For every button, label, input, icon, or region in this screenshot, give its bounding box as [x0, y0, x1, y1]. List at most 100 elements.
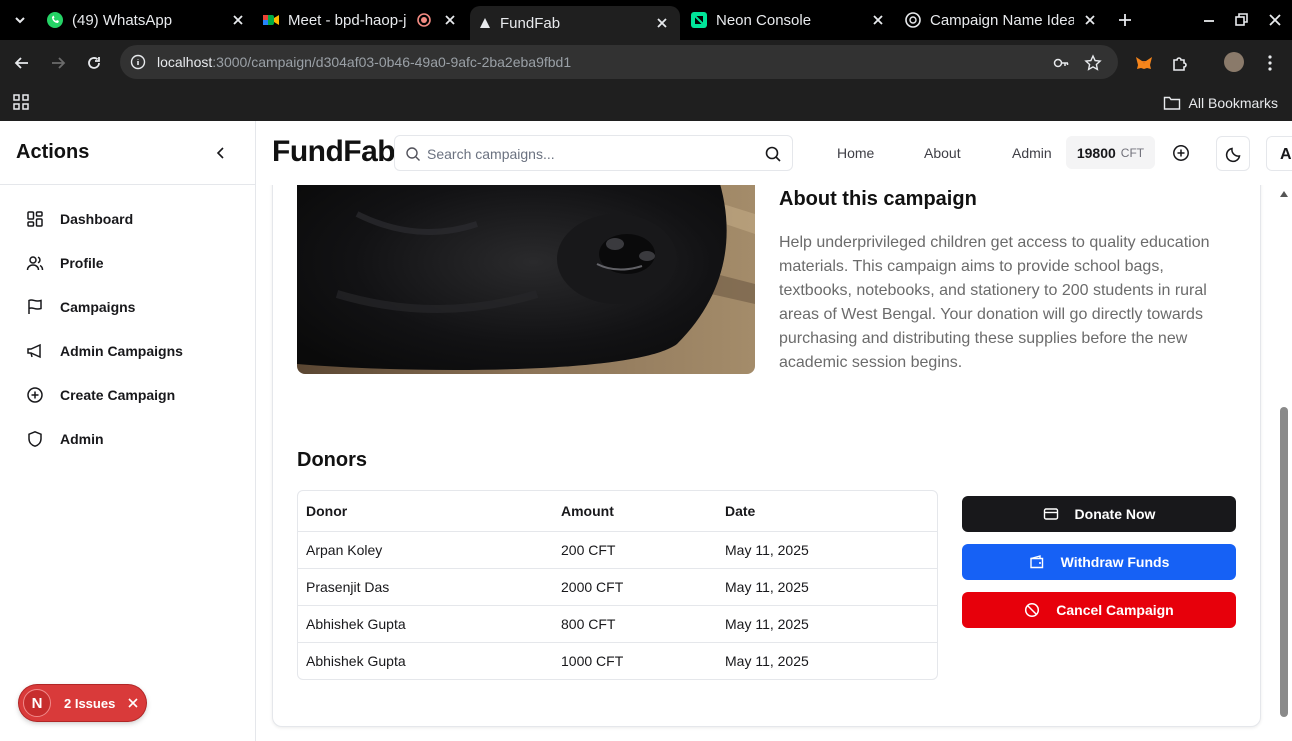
donate-now-label: Donate Now [1074, 506, 1156, 522]
browser-tab-meet[interactable]: Meet - bpd-haop-j [262, 6, 458, 34]
close-tab-icon[interactable] [230, 12, 246, 28]
donor-amount: 800 CFT [553, 605, 717, 643]
bookmarks-bar: All Bookmarks [0, 85, 1292, 121]
search-input[interactable] [427, 142, 747, 166]
table-header-row: Donor Amount Date [298, 491, 937, 532]
address-bar[interactable]: localhost:3000/campaign/d304af03-0b46-49… [120, 45, 1118, 79]
nav-link-home[interactable]: Home [837, 145, 874, 161]
metamask-extension-icon[interactable] [1134, 53, 1154, 73]
close-tab-icon[interactable] [870, 12, 886, 28]
url-text[interactable]: localhost:3000/campaign/d304af03-0b46-49… [157, 54, 571, 70]
fundfab-icon [480, 18, 490, 28]
forward-arrow-icon[interactable] [48, 53, 68, 73]
close-tab-icon[interactable] [1082, 12, 1098, 28]
donor-name: Abhishek Gupta [298, 605, 553, 643]
issues-count-label[interactable]: 2 Issues [64, 696, 115, 711]
search-submit-icon[interactable] [764, 145, 782, 163]
user-menu-button[interactable]: A [1266, 136, 1292, 171]
add-funds-plus-icon[interactable] [1172, 144, 1190, 162]
sidebar-item-label: Campaigns [60, 299, 136, 315]
sidebar-item-profile[interactable]: Profile [26, 251, 104, 275]
chrome-menu-icon[interactable] [1260, 53, 1280, 73]
withdraw-funds-button[interactable]: Withdraw Funds [962, 544, 1236, 580]
browser-tab-whatsapp[interactable]: (49) WhatsApp [46, 6, 246, 34]
donor-date: May 11, 2025 [717, 531, 937, 569]
reload-icon[interactable] [84, 53, 104, 73]
search-icon [406, 147, 420, 161]
all-bookmarks-button[interactable]: All Bookmarks [1163, 91, 1278, 115]
search-box[interactable] [394, 135, 793, 171]
about-campaign-heading: About this campaign [779, 188, 977, 210]
column-header-amount: Amount [553, 491, 717, 532]
url-path: :3000/campaign/d304af03-0b46-49a0-9afc-2… [212, 54, 572, 70]
site-info-icon[interactable] [130, 54, 146, 70]
whatsapp-icon [47, 12, 63, 28]
close-tab-icon[interactable] [442, 12, 458, 28]
extensions-puzzle-icon[interactable] [1170, 53, 1190, 73]
dev-issues-badge[interactable]: N 2 Issues [19, 685, 146, 721]
openai-icon [905, 12, 921, 28]
sidebar-item-admin[interactable]: Admin [26, 427, 104, 451]
donor-name: Prasenjit Das [298, 568, 553, 606]
table-row: Arpan Koley 200 CFT May 11, 2025 [298, 531, 937, 569]
about-campaign-text: Help underprivileged children get access… [779, 234, 1210, 371]
meet-icon [263, 15, 279, 25]
tab-search-chevron-icon[interactable] [10, 10, 30, 30]
recording-icon [417, 13, 431, 27]
all-bookmarks-label: All Bookmarks [1188, 95, 1278, 111]
apps-grid-icon[interactable] [12, 93, 30, 111]
tab-title: Neon Console [716, 11, 812, 29]
donate-now-button[interactable]: Donate Now [962, 496, 1236, 532]
sidebar-item-admin-campaigns[interactable]: Admin Campaigns [26, 339, 183, 363]
users-icon [26, 256, 44, 271]
tab-title: FundFab [500, 14, 561, 32]
wallet-icon [1029, 555, 1043, 569]
plus-circle-icon [27, 387, 43, 403]
sidebar-item-label: Admin [60, 431, 104, 447]
withdraw-funds-label: Withdraw Funds [1060, 554, 1170, 570]
theme-toggle-button[interactable] [1216, 136, 1250, 171]
browser-tab-fundfab[interactable]: FundFab [470, 6, 680, 40]
brand-logo[interactable]: FundFab [272, 135, 396, 169]
dashboard-icon [27, 211, 43, 227]
sidebar-item-campaigns[interactable]: Campaigns [26, 295, 135, 319]
sidebar-item-dashboard[interactable]: Dashboard [26, 207, 133, 231]
donor-amount: 2000 CFT [553, 568, 717, 606]
scrollbar-thumb[interactable] [1280, 407, 1288, 717]
tab-title: (49) WhatsApp [72, 11, 173, 29]
donor-date: May 11, 2025 [725, 652, 809, 669]
close-icon[interactable] [127, 697, 139, 709]
donor-date: May 11, 2025 [717, 605, 937, 643]
cancel-campaign-label: Cancel Campaign [1056, 602, 1174, 618]
bookmark-star-icon[interactable] [1084, 54, 1102, 72]
cancel-campaign-button[interactable]: Cancel Campaign [962, 592, 1236, 628]
close-tab-icon[interactable] [654, 15, 670, 31]
page-scrollbar[interactable] [1276, 185, 1292, 741]
sidebar-header: Actions [0, 121, 255, 185]
close-window-icon[interactable] [1266, 11, 1284, 29]
sidebar-item-create-campaign[interactable]: Create Campaign [26, 383, 175, 407]
back-arrow-icon[interactable] [12, 53, 32, 73]
tab-title: Meet - bpd-haop-j [288, 11, 407, 29]
password-key-icon[interactable] [1052, 54, 1070, 72]
nav-link-admin[interactable]: Admin [1012, 145, 1052, 161]
sidebar-item-label: Profile [60, 255, 104, 271]
browser-tab-campaign-name-idea[interactable]: Campaign Name Idea [904, 6, 1098, 34]
donors-heading: Donors [297, 449, 367, 471]
top-navigation: FundFab Home About Admin 19800 CFT A [256, 121, 1292, 185]
chevron-left-icon[interactable] [213, 145, 229, 161]
donors-table: Donor Amount Date Arpan Koley 200 CFT Ma… [297, 490, 938, 680]
minimize-icon[interactable] [1200, 11, 1218, 29]
column-header-donor: Donor [298, 491, 553, 532]
donor-amount: 200 CFT [553, 531, 717, 569]
balance-amount: 19800 [1076, 144, 1116, 161]
new-tab-icon[interactable] [1116, 11, 1134, 29]
browser-tab-neon[interactable]: Neon Console [690, 6, 886, 34]
nav-link-about[interactable]: About [924, 145, 961, 161]
nextjs-logo-icon: N [23, 689, 51, 717]
browser-tab-strip: (49) WhatsApp Meet - bpd-haop-j FundFab … [0, 0, 1292, 40]
tab-title: Campaign Name Idea [930, 11, 1074, 29]
restore-icon[interactable] [1232, 11, 1250, 29]
profile-avatar[interactable] [1224, 52, 1244, 72]
scroll-up-arrow[interactable] [1280, 191, 1288, 197]
